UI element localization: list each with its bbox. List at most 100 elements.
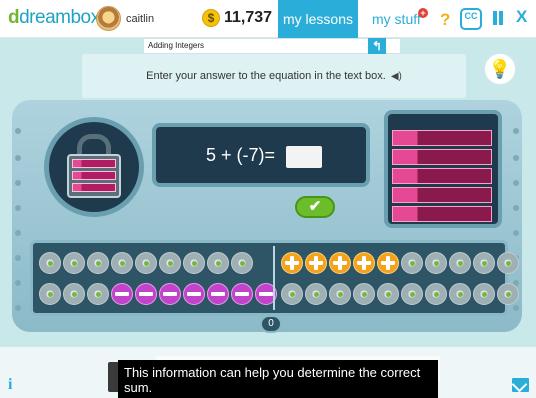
positive-counter[interactable]	[353, 252, 375, 274]
bolt	[15, 155, 21, 161]
empty-counter-slot[interactable]	[87, 283, 109, 305]
dreambox-logo[interactable]: ddreambox	[8, 7, 100, 29]
empty-counter-slot[interactable]	[497, 252, 519, 274]
negative-counter[interactable]	[111, 283, 133, 305]
bolt	[15, 255, 21, 261]
tray-divider	[273, 246, 275, 310]
top-bar: ddreambox caitlin $ 11,737 my lessons my…	[0, 0, 536, 38]
empty-counter-slot[interactable]	[231, 252, 253, 274]
equation-panel: 5 + (-7)=	[152, 123, 370, 187]
progress-meter	[392, 149, 492, 165]
counter-row-top-left	[39, 252, 253, 274]
empty-counter-slot[interactable]	[329, 283, 351, 305]
empty-counter-slot[interactable]	[39, 252, 61, 274]
positive-counter[interactable]	[329, 252, 351, 274]
counter-total: 0	[260, 315, 282, 333]
logo-mark: d	[8, 7, 20, 28]
empty-counter-slot[interactable]	[87, 252, 109, 274]
empty-counter-slot[interactable]	[281, 283, 303, 305]
progress-meter	[392, 206, 492, 222]
bolt	[15, 180, 21, 186]
instruction-box: Enter your answer to the equation in the…	[82, 54, 466, 98]
progress-meter	[392, 168, 492, 184]
positive-counter[interactable]	[305, 252, 327, 274]
empty-counter-slot[interactable]	[377, 283, 399, 305]
lock-progress	[67, 154, 121, 198]
username: caitlin	[126, 13, 155, 25]
bolt	[513, 305, 519, 311]
empty-counter-slot[interactable]	[473, 283, 495, 305]
instruction-text: Enter your answer to the equation in the…	[146, 70, 386, 82]
empty-counter-slot[interactable]	[353, 283, 375, 305]
bolt	[15, 128, 21, 134]
logo-text: dreambox	[19, 7, 100, 28]
empty-counter-slot[interactable]	[449, 252, 471, 274]
bolt	[513, 155, 519, 161]
bolt	[15, 205, 21, 211]
coin-icon: $	[202, 9, 220, 27]
submit-check-button[interactable]: ✔	[295, 196, 335, 218]
empty-counter-slot[interactable]	[473, 252, 495, 274]
expand-icon[interactable]	[512, 378, 529, 392]
close-icon[interactable]: X	[516, 7, 527, 27]
equation-text: 5 + (-7)=	[206, 145, 276, 165]
counter-row-bottom-right	[281, 283, 519, 305]
empty-counter-slot[interactable]	[63, 252, 85, 274]
empty-counter-slot[interactable]	[63, 283, 85, 305]
answer-input[interactable]	[286, 146, 322, 168]
empty-counter-slot[interactable]	[425, 252, 447, 274]
empty-counter-slot[interactable]	[135, 252, 157, 274]
lock-bar	[72, 159, 116, 168]
positive-counter[interactable]	[281, 252, 303, 274]
bolt	[15, 280, 21, 286]
progress-meter-panel	[384, 110, 502, 228]
help-icon[interactable]: ?	[440, 10, 450, 30]
bolt	[513, 180, 519, 186]
empty-counter-slot[interactable]	[425, 283, 447, 305]
instruction-row: Enter your answer to the equation in the…	[82, 54, 466, 99]
caption-text: This information can help you determine …	[118, 360, 438, 398]
empty-counter-slot[interactable]	[497, 283, 519, 305]
empty-counter-slot[interactable]	[401, 252, 423, 274]
info-icon[interactable]: i	[8, 376, 12, 394]
empty-counter-slot[interactable]	[449, 283, 471, 305]
lesson-title: Adding Integers	[144, 39, 368, 53]
empty-counter-slot[interactable]	[183, 252, 205, 274]
lock-bar	[72, 183, 116, 192]
negative-counter[interactable]	[231, 283, 253, 305]
lock-bar	[72, 171, 116, 180]
negative-counter[interactable]	[135, 283, 157, 305]
bolt	[15, 305, 21, 311]
lock-panel	[44, 117, 144, 217]
closed-captions-icon[interactable]: CC	[460, 8, 482, 30]
empty-counter-slot[interactable]	[159, 252, 181, 274]
progress-meter	[392, 130, 492, 146]
positive-counter[interactable]	[377, 252, 399, 274]
bolt	[513, 128, 519, 134]
tab-my-lessons[interactable]: my lessons	[278, 0, 358, 38]
back-arrow-icon[interactable]: ↰	[368, 38, 386, 54]
counter-row-bottom-left	[39, 283, 277, 305]
speaker-icon[interactable]: ◀)	[391, 55, 402, 99]
bolt	[513, 205, 519, 211]
empty-counter-slot[interactable]	[39, 283, 61, 305]
hint-lightbulb-button[interactable]: 💡	[483, 52, 517, 86]
pause-icon[interactable]	[492, 11, 504, 25]
negative-counter[interactable]	[183, 283, 205, 305]
bolt	[513, 230, 519, 236]
tab-my-stuff[interactable]: my stuff	[372, 0, 421, 38]
empty-counter-slot[interactable]	[305, 283, 327, 305]
notification-badge: +	[418, 8, 428, 18]
bolt	[15, 230, 21, 236]
counter-tray	[30, 240, 519, 316]
avatar[interactable]	[96, 6, 121, 31]
progress-meter	[392, 187, 492, 203]
negative-counter[interactable]	[207, 283, 229, 305]
lesson-title-end	[386, 39, 400, 53]
empty-counter-slot[interactable]	[111, 252, 133, 274]
empty-counter-slot[interactable]	[401, 283, 423, 305]
negative-counter[interactable]	[159, 283, 181, 305]
coin-count: 11,737	[224, 9, 273, 26]
counter-row-top-right	[281, 252, 519, 274]
empty-counter-slot[interactable]	[207, 252, 229, 274]
